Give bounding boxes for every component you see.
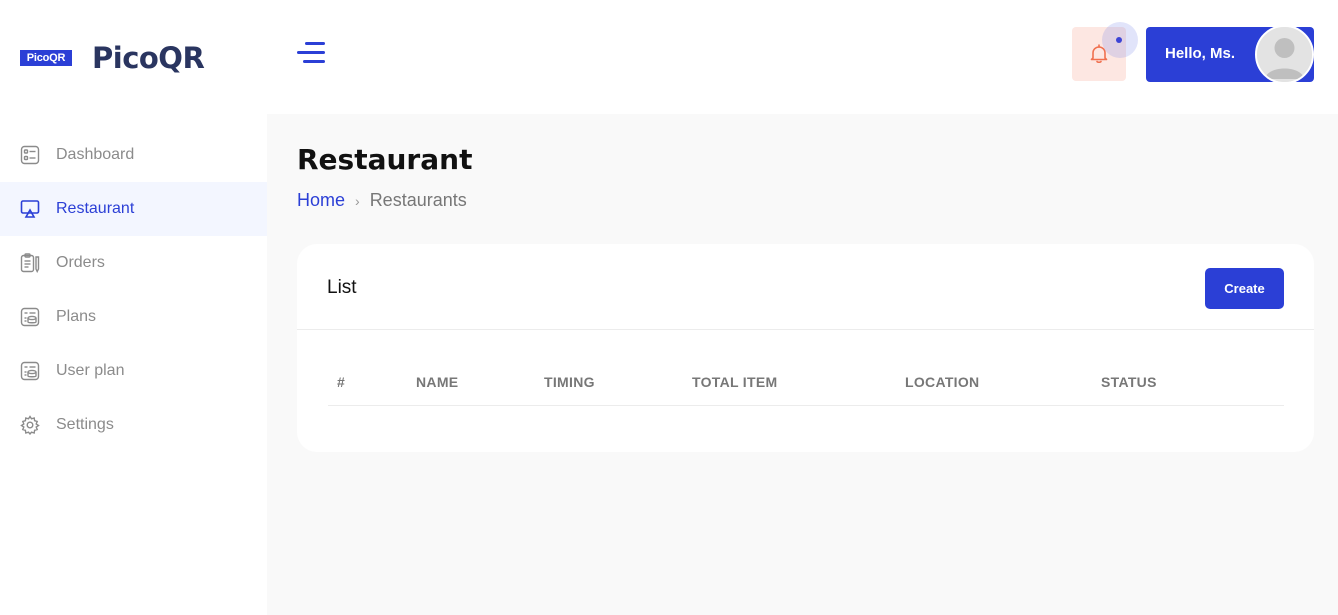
card-title: List — [327, 277, 357, 298]
notification-indicator-dot — [1116, 37, 1122, 43]
dashboard-icon — [20, 145, 40, 165]
sidebar-item-restaurant[interactable]: Restaurant — [0, 182, 267, 236]
sidebar-item-label: Restaurant — [56, 200, 135, 217]
chevron-right-icon: › — [355, 192, 360, 209]
column-header-name[interactable]: NAME — [416, 374, 458, 390]
column-header-index[interactable]: # — [337, 374, 345, 390]
sidebar: PicoQR PicoQR Dashboard Restaurant Order… — [0, 0, 267, 615]
page-title: Restaurant — [297, 143, 473, 176]
layers-list-icon — [20, 361, 40, 381]
brand-name: PicoQR — [92, 41, 205, 75]
card-header: List Create — [297, 244, 1314, 330]
sidebar-item-plans[interactable]: Plans — [0, 290, 267, 344]
sidebar-item-label: Orders — [56, 254, 105, 271]
sidebar-item-dashboard[interactable]: Dashboard — [0, 128, 267, 182]
sidebar-nav: Dashboard Restaurant Orders Plans User p… — [0, 128, 267, 452]
sidebar-item-label: Settings — [56, 416, 114, 433]
sidebar-item-label: User plan — [56, 362, 125, 379]
gear-icon — [20, 415, 40, 435]
restaurant-table: # NAME TIMING TOTAL ITEM LOCATION STATUS — [328, 364, 1284, 406]
breadcrumb-current: Restaurants — [369, 190, 467, 210]
column-header-total-item[interactable]: TOTAL ITEM — [692, 374, 777, 390]
sidebar-item-label: Dashboard — [56, 146, 135, 163]
table-header-row: # NAME TIMING TOTAL ITEM LOCATION STATUS — [328, 364, 1284, 406]
restaurant-list-card: List Create # NAME TIMING TOTAL ITEM LOC… — [297, 244, 1314, 452]
sidebar-item-orders[interactable]: Orders — [0, 236, 267, 290]
brand[interactable]: PicoQR PicoQR — [20, 40, 205, 76]
column-header-location[interactable]: LOCATION — [905, 374, 979, 390]
monitor-icon — [20, 199, 40, 219]
sidebar-item-label: Plans — [56, 308, 97, 325]
breadcrumb-home-link[interactable]: Home — [297, 190, 345, 211]
clipboard-icon — [20, 253, 40, 273]
user-greeting: Hello, Ms. — [1165, 45, 1236, 62]
hamburger-icon[interactable] — [297, 40, 325, 66]
brand-logo: PicoQR — [20, 50, 72, 66]
breadcrumb: Home › Restaurants — [297, 190, 467, 211]
top-header: Hello, Ms. — [267, 0, 1338, 114]
layers-list-icon — [20, 307, 40, 327]
column-header-timing[interactable]: TIMING — [544, 374, 595, 390]
sidebar-item-user-plan[interactable]: User plan — [0, 344, 267, 398]
sidebar-item-settings[interactable]: Settings — [0, 398, 267, 452]
create-button[interactable]: Create — [1205, 268, 1284, 309]
column-header-status[interactable]: STATUS — [1101, 374, 1157, 390]
user-avatar-icon[interactable] — [1255, 25, 1314, 84]
